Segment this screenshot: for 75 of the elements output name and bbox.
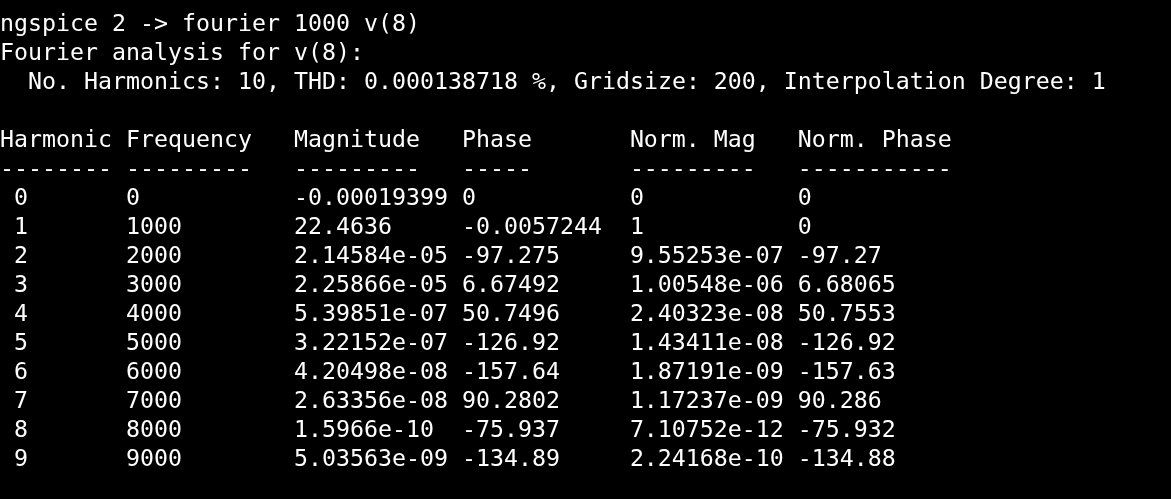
command-line: ngspice 2 -> fourier 1000 v(8) xyxy=(0,9,420,36)
table-cell: 3.22152e-07 xyxy=(293,327,448,356)
table-cell: 8000 xyxy=(125,414,182,443)
table-cell: 7.10752e-12 xyxy=(629,414,784,443)
table-cell: 1.17237e-09 xyxy=(629,385,784,414)
table-cell: -157.64 xyxy=(461,356,560,385)
table-cell: 0 xyxy=(797,211,812,240)
table-cell: 6.67492 xyxy=(461,269,560,298)
column-header: Harmonic xyxy=(0,124,112,153)
table-cell: 9000 xyxy=(125,443,182,472)
table-cell: 0 xyxy=(629,182,644,211)
table-cell: 0 xyxy=(797,182,812,211)
header-underline: --------- xyxy=(293,153,420,182)
table-cell: 0 xyxy=(461,182,476,211)
table-cell: -126.92 xyxy=(797,327,896,356)
table-cell: 50.7496 xyxy=(461,298,560,327)
table-cell: 22.4636 xyxy=(293,211,392,240)
table-cell: -97.27 xyxy=(797,240,882,269)
table-cell: 6000 xyxy=(125,356,182,385)
table-cell: 9 xyxy=(14,443,28,472)
table-cell: 2.63356e-08 xyxy=(293,385,448,414)
table-cell: 8 xyxy=(14,414,28,443)
table-cell: 2 xyxy=(14,240,28,269)
table-cell: 4.20498e-08 xyxy=(293,356,448,385)
table-cell: 5.03563e-09 xyxy=(293,443,448,472)
table-cell: 6 xyxy=(14,356,28,385)
output-heading: Fourier analysis for v(8): xyxy=(0,38,364,65)
column-header: Phase xyxy=(461,124,532,153)
table-cell: -0.0057244 xyxy=(461,211,602,240)
column-header: Norm. Phase xyxy=(797,124,952,153)
table-cell: 0 xyxy=(125,182,140,211)
header-underline: --------- xyxy=(125,153,252,182)
table-cell: 5.39851e-07 xyxy=(293,298,448,327)
table-cell: 2.24168e-10 xyxy=(629,443,784,472)
header-underline: ----- xyxy=(461,153,532,182)
table-cell: -75.937 xyxy=(461,414,560,443)
table-cell: 4 xyxy=(14,298,28,327)
table-cell: 1.00548e-06 xyxy=(629,269,784,298)
table-cell: 2000 xyxy=(125,240,182,269)
table-cell: -75.932 xyxy=(797,414,896,443)
table-cell: 7000 xyxy=(125,385,182,414)
table-cell: 5 xyxy=(14,327,28,356)
table-cell: 5000 xyxy=(125,327,182,356)
summary-line: No. Harmonics: 10, THD: 0.000138718 %, Gridsize: 200, Interpolation Degree: 1 xyxy=(28,67,1106,94)
table-cell: 4000 xyxy=(125,298,182,327)
table-cell: 1000 xyxy=(125,211,182,240)
table-cell: 2.40323e-08 xyxy=(629,298,784,327)
table-cell: -97.275 xyxy=(461,240,560,269)
table-cell: 90.2802 xyxy=(461,385,560,414)
table-cell: 9.55253e-07 xyxy=(629,240,784,269)
table-cell: 1.43411e-08 xyxy=(629,327,784,356)
table-cell: 2.25866e-05 xyxy=(293,269,448,298)
table-cell: -134.89 xyxy=(461,443,560,472)
header-underline: ----------- xyxy=(797,153,952,182)
table-cell: 1 xyxy=(14,211,28,240)
table-cell: -134.88 xyxy=(797,443,896,472)
column-header: Norm. Mag xyxy=(629,124,756,153)
column-header: Magnitude xyxy=(293,124,420,153)
table-cell: 1.5966e-10 xyxy=(293,414,434,443)
table-cell: 3 xyxy=(14,269,28,298)
table-cell: -157.63 xyxy=(797,356,896,385)
table-cell: 3000 xyxy=(125,269,182,298)
table-cell: 50.7553 xyxy=(797,298,896,327)
table-cell: 1.87191e-09 xyxy=(629,356,784,385)
table-cell: -126.92 xyxy=(461,327,560,356)
header-underline: --------- xyxy=(629,153,756,182)
table-cell: 6.68065 xyxy=(797,269,896,298)
table-cell: -0.00019399 xyxy=(293,182,448,211)
header-underline: -------- xyxy=(0,153,112,182)
table-cell: 90.286 xyxy=(797,385,882,414)
table-cell: 2.14584e-05 xyxy=(293,240,448,269)
table-cell: 1 xyxy=(629,211,644,240)
column-header: Frequency xyxy=(125,124,252,153)
table-cell: 0 xyxy=(14,182,28,211)
table-cell: 7 xyxy=(14,385,28,414)
